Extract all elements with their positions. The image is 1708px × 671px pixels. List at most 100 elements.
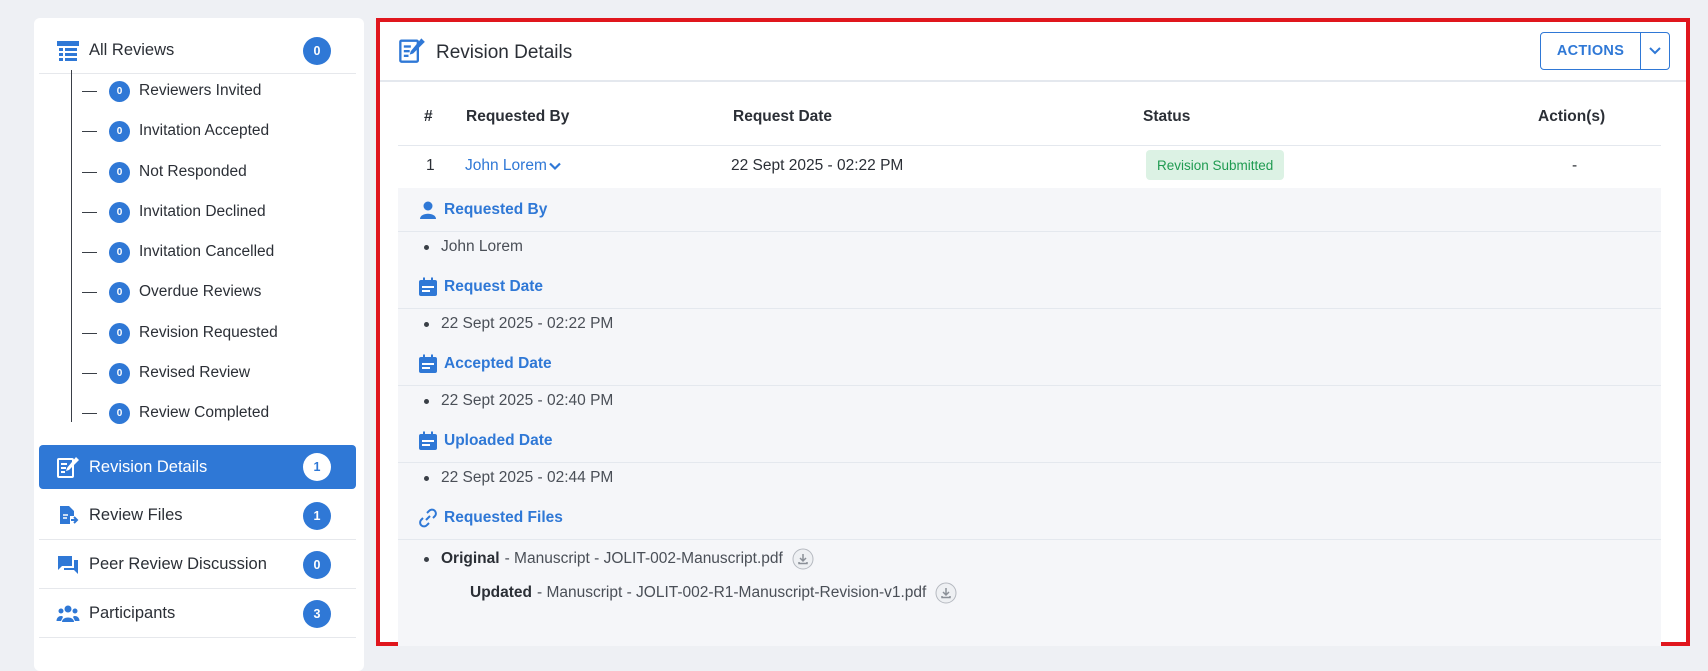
tree-dash bbox=[82, 372, 97, 374]
count-badge: 0 bbox=[303, 550, 331, 579]
file-version-label: Updated bbox=[470, 584, 532, 601]
sidebar-subitem-label: Reviewers Invited bbox=[139, 82, 262, 99]
sidebar-subitem-revision-requested[interactable]: 0 Revision Requested bbox=[82, 318, 278, 348]
table-header: # Requested By Request Date Status Actio… bbox=[398, 88, 1661, 146]
column-header-status: Status bbox=[1143, 108, 1191, 125]
chevron-down-icon bbox=[549, 162, 561, 170]
sidebar-subitem-reviewers-invited[interactable]: 0 Reviewers Invited bbox=[82, 76, 261, 106]
requested-by-name: John Lorem bbox=[465, 157, 547, 174]
file-upload-icon bbox=[60, 505, 79, 524]
file-version-label: Original bbox=[441, 550, 500, 567]
sidebar-subitem-not-responded[interactable]: 0 Not Responded bbox=[82, 157, 247, 187]
list-item: John Lorem bbox=[424, 238, 523, 256]
section-title: Accepted Date bbox=[444, 354, 552, 372]
reviews-list-icon bbox=[57, 40, 79, 61]
sidebar-item-all-reviews[interactable]: All Reviews 0 bbox=[39, 28, 356, 74]
column-header-index: # bbox=[424, 108, 433, 125]
column-header-requested-by: Requested By bbox=[466, 108, 570, 125]
chat-icon bbox=[58, 555, 78, 574]
sidebar-subitem-overdue-reviews[interactable]: 0 Overdue Reviews bbox=[82, 277, 261, 307]
count-badge: 0 bbox=[109, 362, 130, 384]
chevron-down-icon bbox=[1649, 47, 1661, 55]
tree-dash bbox=[82, 412, 97, 414]
tree-dash bbox=[82, 251, 97, 253]
actions-button[interactable]: ACTIONS bbox=[1541, 33, 1640, 69]
list-item: 22 Sept 2025 - 02:40 PM bbox=[424, 392, 613, 410]
sidebar-subitem-review-completed[interactable]: 0 Review Completed bbox=[82, 398, 269, 428]
sidebar-subitem-revised-review[interactable]: 0 Revised Review bbox=[82, 358, 250, 388]
section-title: Requested By bbox=[444, 200, 548, 218]
bullet bbox=[424, 398, 429, 404]
actions-dropdown-toggle[interactable] bbox=[1640, 33, 1669, 69]
sidebar-item-label: Peer Review Discussion bbox=[89, 555, 267, 573]
row-actions: - bbox=[1572, 157, 1578, 174]
download-icon[interactable] bbox=[935, 582, 957, 604]
requested-by-value: John Lorem bbox=[441, 238, 523, 255]
actions-dropdown: ACTIONS bbox=[1540, 32, 1670, 70]
count-badge: 0 bbox=[109, 120, 130, 142]
count-badge: 0 bbox=[109, 80, 130, 102]
count-badge: 1 bbox=[303, 453, 331, 481]
section-title: Uploaded Date bbox=[444, 431, 553, 449]
column-header-request-date: Request Date bbox=[733, 108, 833, 125]
calendar-icon bbox=[419, 277, 437, 296]
sidebar-item-label: Review Files bbox=[89, 506, 183, 524]
list-item: 22 Sept 2025 - 02:22 PM bbox=[424, 315, 613, 333]
revision-details-panel: Revision Details ACTIONS # Requested By … bbox=[376, 18, 1690, 646]
tree-dash bbox=[82, 211, 97, 213]
panel-header: Revision Details ACTIONS bbox=[380, 22, 1686, 82]
section-title: Requested Files bbox=[444, 508, 563, 526]
sidebar-subitem-label: Revision Requested bbox=[139, 324, 278, 341]
download-icon[interactable] bbox=[792, 548, 814, 570]
request-date-cell: 22 Sept 2025 - 02:22 PM bbox=[731, 157, 904, 174]
tree-dash bbox=[82, 291, 97, 293]
list-item-original-file: Original - Manuscript - JOLIT-002-Manusc… bbox=[424, 548, 814, 570]
edit-document-icon bbox=[399, 38, 425, 63]
sidebar-item-peer-review-discussion[interactable]: Peer Review Discussion 0 bbox=[39, 541, 356, 589]
sidebar-subitem-invitation-cancelled[interactable]: 0 Invitation Cancelled bbox=[82, 237, 274, 267]
sidebar: All Reviews 0 0 Reviewers Invited 0 Invi… bbox=[34, 18, 364, 671]
sidebar-subitem-label: Not Responded bbox=[139, 163, 247, 180]
sidebar-subitem-invitation-declined[interactable]: 0 Invitation Declined bbox=[82, 197, 266, 227]
bullet bbox=[424, 244, 429, 250]
tree-dash bbox=[82, 130, 97, 132]
list-item-updated-file: Updated - Manuscript - JOLIT-002-R1-Manu… bbox=[470, 582, 957, 604]
count-badge: 0 bbox=[109, 322, 130, 344]
sidebar-subitem-label: Invitation Declined bbox=[139, 203, 266, 220]
tree-dash bbox=[82, 171, 97, 173]
count-badge: 0 bbox=[109, 402, 130, 424]
column-header-actions: Action(s) bbox=[1538, 108, 1606, 125]
sidebar-item-participants[interactable]: Participants 3 bbox=[39, 590, 356, 638]
section-requested-files: Requested Files bbox=[398, 496, 1661, 540]
table-row[interactable]: 1 John Lorem 22 Sept 2025 - 02:22 PM Rev… bbox=[398, 146, 1661, 186]
user-icon bbox=[420, 201, 436, 219]
bullet bbox=[424, 556, 429, 562]
page-title: Revision Details bbox=[436, 42, 573, 63]
sidebar-item-revision-details[interactable]: Revision Details 1 bbox=[39, 445, 356, 489]
edit-document-icon bbox=[57, 457, 79, 478]
sidebar-item-label: All Reviews bbox=[89, 41, 175, 59]
sidebar-item-label: Participants bbox=[89, 604, 176, 622]
calendar-icon bbox=[419, 354, 437, 373]
original-file-name: - Manuscript - JOLIT-002-Manuscript.pdf bbox=[504, 550, 783, 567]
requested-by-link[interactable]: John Lorem bbox=[465, 157, 561, 175]
section-title: Request Date bbox=[444, 277, 544, 295]
calendar-icon bbox=[419, 431, 437, 450]
sidebar-subitem-invitation-accepted[interactable]: 0 Invitation Accepted bbox=[82, 116, 269, 146]
status-badge: Revision Submitted bbox=[1146, 150, 1285, 180]
sidebar-subitem-label: Review Completed bbox=[139, 404, 270, 421]
count-badge: 0 bbox=[109, 241, 130, 263]
count-badge: 1 bbox=[303, 501, 331, 530]
count-badge: 0 bbox=[303, 36, 331, 65]
count-badge: 3 bbox=[303, 599, 331, 628]
count-badge: 0 bbox=[109, 201, 130, 223]
request-date-value: 22 Sept 2025 - 02:22 PM bbox=[441, 315, 614, 332]
updated-file-name: - Manuscript - JOLIT-002-R1-Manuscript-R… bbox=[537, 584, 927, 601]
tree-connector bbox=[71, 70, 72, 422]
sidebar-subitem-label: Overdue Reviews bbox=[139, 283, 262, 300]
uploaded-date-value: 22 Sept 2025 - 02:44 PM bbox=[441, 469, 614, 486]
people-icon bbox=[56, 605, 80, 622]
section-requested-by: Requested By bbox=[398, 188, 1661, 232]
count-badge: 0 bbox=[109, 161, 130, 183]
sidebar-item-review-files[interactable]: Review Files 1 bbox=[39, 492, 356, 540]
